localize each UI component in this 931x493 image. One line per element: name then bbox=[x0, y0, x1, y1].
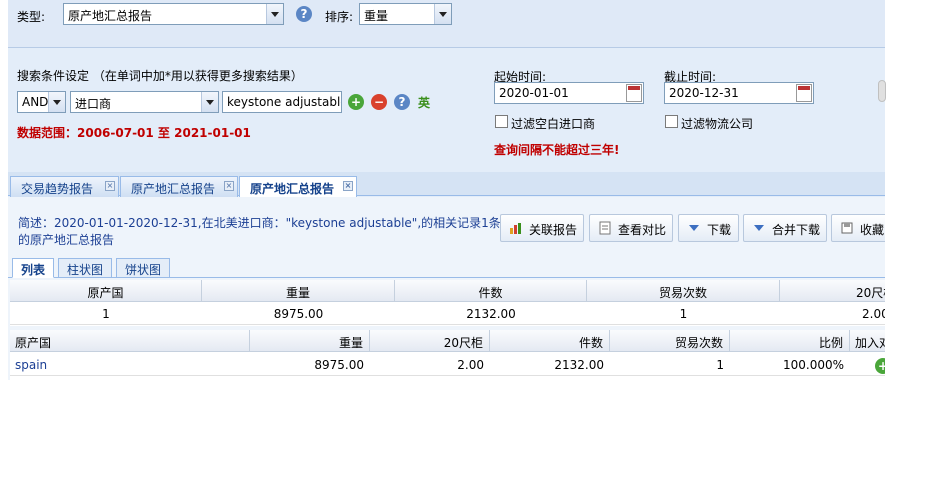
close-icon[interactable]: × bbox=[224, 181, 234, 191]
column-header: 20尺柜 bbox=[780, 280, 885, 302]
report-type-value: 原产地汇总报告 bbox=[68, 9, 153, 23]
related-report-button[interactable]: 关联报告 bbox=[500, 214, 584, 242]
compare-button[interactable]: 查看对比 bbox=[589, 214, 673, 242]
table-cell: 1 bbox=[610, 354, 730, 376]
tab-trade-trend[interactable]: 交易趋势报告 × bbox=[10, 176, 119, 197]
column-header[interactable]: 原产国 bbox=[10, 330, 250, 352]
table-cell: 1 bbox=[10, 303, 202, 325]
remove-icon[interactable]: − bbox=[371, 94, 387, 110]
button-label: 查看对比 bbox=[618, 223, 667, 237]
chevron-down-icon[interactable] bbox=[48, 92, 65, 112]
help-icon[interactable]: ? bbox=[394, 94, 410, 110]
filter-blank-importer-checkbox[interactable] bbox=[495, 115, 508, 128]
column-header: 件数 bbox=[395, 280, 587, 302]
keyword-input[interactable]: keystone adjustable bbox=[222, 91, 342, 113]
add-icon[interactable]: + bbox=[875, 358, 885, 374]
button-label: 收藏 bbox=[860, 223, 885, 237]
calendar-icon[interactable] bbox=[796, 84, 812, 102]
help-icon[interactable]: ? bbox=[296, 6, 312, 22]
column-header: 加入对 bbox=[850, 330, 885, 352]
tab-label: 原产地汇总报告 bbox=[131, 182, 216, 196]
column-header[interactable]: 件数 bbox=[490, 330, 610, 352]
logic-select[interactable]: AND bbox=[17, 91, 66, 113]
favorite-button[interactable]: 收藏 bbox=[831, 214, 885, 242]
chart-icon bbox=[510, 223, 521, 234]
search-title: 搜索条件设定 （在单词中加*用以获得更多搜索结果） bbox=[17, 69, 303, 83]
report-type-select[interactable]: 原产地汇总报告 bbox=[63, 3, 284, 25]
totals-table: 原产国 重量 件数 贸易次数 20尺柜 1 8975.00 2132.00 1 … bbox=[10, 280, 885, 326]
tab-list[interactable]: 列表 bbox=[12, 258, 55, 278]
top-toolbar: 类型: 原产地汇总报告 ? 排序: 重量 bbox=[8, 0, 885, 48]
column-header: 原产国 bbox=[10, 280, 202, 302]
button-label: 关联报告 bbox=[529, 223, 578, 237]
tab-label: 交易趋势报告 bbox=[21, 182, 94, 196]
add-icon[interactable]: + bbox=[348, 94, 364, 110]
tab-origin-summary-2[interactable]: 原产地汇总报告 × bbox=[239, 176, 357, 197]
column-header[interactable]: 贸易次数 bbox=[610, 330, 730, 352]
sort-label: 排序: bbox=[325, 10, 354, 24]
report-summary: 简述：2020-01-01-2020-12-31,在北美进口商："keyston… bbox=[18, 216, 501, 247]
tab-origin-summary-1[interactable]: 原产地汇总报告 × bbox=[120, 176, 238, 197]
download-icon bbox=[754, 225, 764, 231]
column-header: 重量 bbox=[202, 280, 395, 302]
filter-logistics-label: 过滤物流公司 bbox=[681, 117, 754, 131]
data-range-text: 数据范围：2006-07-01 至 2021-01-01 bbox=[17, 126, 251, 140]
tab-label: 原产地汇总报告 bbox=[250, 182, 335, 196]
language-toggle[interactable]: 英 bbox=[418, 94, 430, 111]
filter-logistics-checkbox[interactable] bbox=[665, 115, 678, 128]
sort-select[interactable]: 重量 bbox=[359, 3, 452, 25]
chevron-down-icon[interactable] bbox=[434, 4, 451, 24]
column-header[interactable]: 比例 bbox=[730, 330, 850, 352]
button-label: 合并下载 bbox=[772, 223, 821, 237]
document-icon bbox=[599, 221, 611, 235]
scroll-handle[interactable] bbox=[878, 80, 886, 102]
field-select[interactable]: 进口商 bbox=[70, 91, 219, 113]
table-cell: 2132.00 bbox=[395, 303, 587, 325]
table-cell: 8975.00 bbox=[202, 303, 395, 325]
interval-warning: 查询间隔不能超过三年! bbox=[494, 143, 620, 157]
calendar-icon[interactable] bbox=[626, 84, 642, 102]
merge-download-button[interactable]: 合并下载 bbox=[743, 214, 827, 242]
main-panel: 类型: 原产地汇总报告 ? 排序: 重量 搜索条件设定 （在单词中加*用以获得更… bbox=[8, 0, 885, 400]
close-icon[interactable]: × bbox=[343, 181, 353, 191]
table-cell: 2.00 bbox=[780, 303, 885, 325]
button-label: 下载 bbox=[707, 223, 732, 237]
type-label: 类型: bbox=[17, 10, 46, 24]
end-date-input[interactable]: 2020-12-31 bbox=[664, 82, 814, 104]
table-cell: + bbox=[850, 354, 885, 376]
tab-bar-chart[interactable]: 柱状图 bbox=[58, 258, 113, 278]
save-icon bbox=[841, 222, 853, 234]
table-footer bbox=[8, 380, 885, 400]
column-header: 贸易次数 bbox=[587, 280, 780, 302]
end-date-value: 2020-12-31 bbox=[669, 86, 739, 100]
chevron-down-icon[interactable] bbox=[266, 4, 283, 24]
tab-pie-chart[interactable]: 饼状图 bbox=[116, 258, 171, 278]
table-cell: 2132.00 bbox=[490, 354, 610, 376]
column-header[interactable]: 重量 bbox=[250, 330, 370, 352]
table-cell: 8975.00 bbox=[250, 354, 370, 376]
logic-value: AND bbox=[22, 95, 49, 109]
column-header[interactable]: 20尺柜 bbox=[370, 330, 490, 352]
field-value: 进口商 bbox=[75, 97, 112, 111]
table-cell: 1 bbox=[587, 303, 780, 325]
download-button[interactable]: 下载 bbox=[678, 214, 739, 242]
chevron-down-icon[interactable] bbox=[201, 92, 218, 112]
start-date-input[interactable]: 2020-01-01 bbox=[494, 82, 644, 104]
close-icon[interactable]: × bbox=[105, 181, 115, 191]
country-link[interactable]: spain bbox=[10, 354, 250, 376]
table-cell: 100.000% bbox=[730, 354, 850, 376]
table-cell: 2.00 bbox=[370, 354, 490, 376]
start-date-value: 2020-01-01 bbox=[499, 86, 569, 100]
filter-blank-importer-label: 过滤空白进口商 bbox=[511, 117, 596, 131]
sort-value: 重量 bbox=[364, 9, 389, 23]
detail-table: 原产国 重量 20尺柜 件数 贸易次数 比例 加入对 spain 8975.00… bbox=[10, 330, 885, 380]
download-icon bbox=[689, 225, 699, 231]
